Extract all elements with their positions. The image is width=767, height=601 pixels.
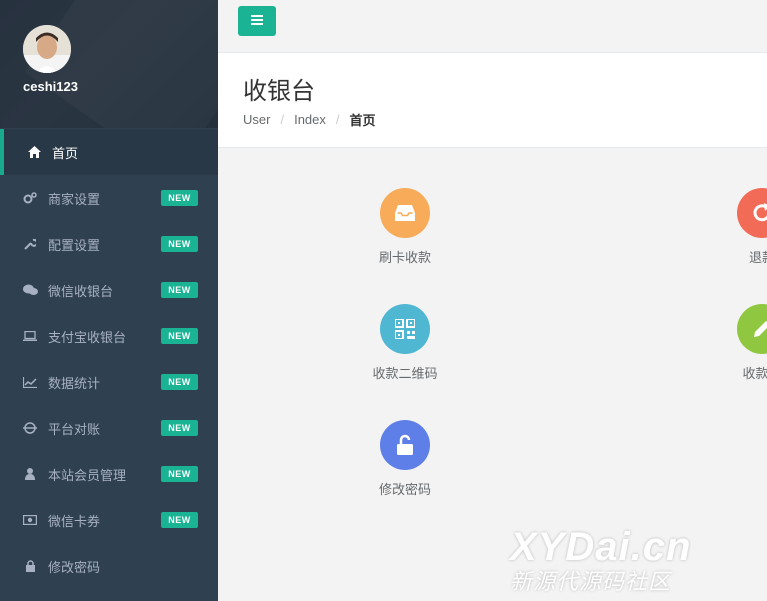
sidebar-item-label: 修改密码	[48, 559, 101, 575]
page-title: 收银台	[243, 78, 315, 105]
sidebar-item-wechat-coupons[interactable]: 微信卡券 NEW	[0, 497, 218, 543]
money-icon	[22, 512, 38, 528]
line-chart-icon	[22, 374, 38, 390]
tile-qrcode[interactable]: 收款二维码	[335, 304, 475, 382]
hamburger-icon	[251, 12, 263, 30]
wrench-icon	[22, 236, 38, 252]
breadcrumb-item[interactable]: Index	[294, 112, 326, 127]
sidebar-item-alipay-cashier[interactable]: 支付宝收银台 NEW	[0, 313, 218, 359]
tile-label: 收款二维码	[372, 366, 438, 381]
new-badge: NEW	[161, 466, 198, 482]
new-badge: NEW	[161, 190, 198, 206]
tile-change-password[interactable]: 修改密码	[335, 420, 475, 498]
new-badge: NEW	[161, 236, 198, 252]
pencil-icon	[737, 304, 767, 354]
page-heading: 收银台 User / Index / 首页	[218, 53, 767, 148]
qrcode-icon	[380, 304, 430, 354]
breadcrumb: User / Index / 首页	[243, 110, 376, 129]
user-icon	[22, 466, 38, 482]
new-badge: NEW	[161, 282, 198, 298]
unlock-icon	[380, 420, 430, 470]
sidebar-item-statistics[interactable]: 数据统计 NEW	[0, 359, 218, 405]
new-badge: NEW	[161, 328, 198, 344]
sidebar-item-member-management[interactable]: 本站会员管理 NEW	[0, 451, 218, 497]
tile-refund[interactable]: 退款	[692, 188, 767, 266]
breadcrumb-item[interactable]: User	[243, 112, 270, 127]
sidebar-item-home[interactable]: 首页	[0, 129, 218, 175]
wechat-icon	[22, 282, 38, 298]
tile-label: 收款记	[742, 366, 767, 381]
new-badge: NEW	[161, 420, 198, 436]
breadcrumb-separator: /	[280, 112, 285, 127]
dashboard-tiles: 刷卡收款 退款 收款二维码 收款记	[218, 148, 767, 601]
tile-payment-records[interactable]: 收款记	[692, 304, 767, 382]
laptop-icon	[22, 328, 38, 344]
tile-label: 刷卡收款	[378, 250, 431, 265]
sidebar-item-label: 首页	[52, 145, 79, 161]
refresh-icon	[737, 188, 767, 238]
new-badge: NEW	[161, 512, 198, 528]
tile-label: 退款	[748, 250, 767, 265]
sidebar-item-merchant-settings[interactable]: 商家设置 NEW	[0, 175, 218, 221]
new-badge: NEW	[161, 374, 198, 390]
tile-card-payment[interactable]: 刷卡收款	[335, 188, 475, 266]
sidebar-item-config-settings[interactable]: 配置设置 NEW	[0, 221, 218, 267]
gears-icon	[22, 190, 38, 206]
breadcrumb-current: 首页	[349, 113, 376, 128]
lock-icon	[22, 558, 38, 574]
inbox-icon	[380, 188, 430, 238]
breadcrumb-separator: /	[335, 112, 340, 127]
sidebar: ceshi123 首页 商家设置 NEW 配置设置 NEW 微信收银台 NEW …	[0, 0, 218, 601]
menu-toggle-button[interactable]	[238, 6, 276, 36]
username[interactable]: ceshi123	[23, 79, 78, 94]
sidebar-item-wechat-cashier[interactable]: 微信收银台 NEW	[0, 267, 218, 313]
reconcile-icon	[22, 420, 38, 436]
avatar[interactable]	[23, 25, 71, 73]
profile-panel: ceshi123	[0, 0, 218, 128]
top-navbar	[218, 0, 767, 53]
tile-label: 修改密码	[378, 482, 431, 497]
sidebar-item-reconcile[interactable]: 平台对账 NEW	[0, 405, 218, 451]
home-icon	[26, 144, 42, 160]
sidebar-item-change-password[interactable]: 修改密码	[0, 543, 218, 589]
sidebar-nav: 首页 商家设置 NEW 配置设置 NEW 微信收银台 NEW 支付宝收银台 NE…	[0, 129, 218, 589]
